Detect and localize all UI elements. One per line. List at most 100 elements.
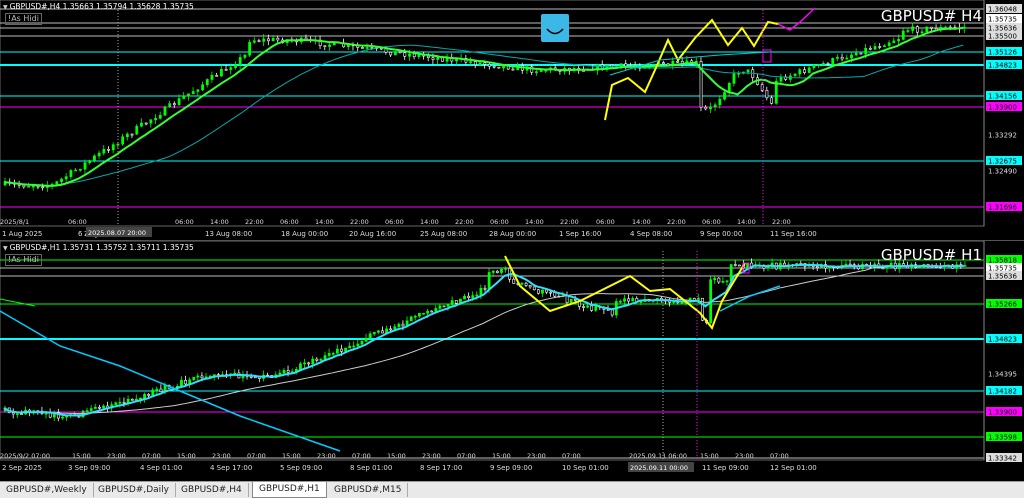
tab-weekly[interactable]: GBPUSD#,Weekly	[0, 483, 94, 497]
time-label-inner: 23:00	[422, 452, 441, 460]
h1-chart-pane[interactable]: 1.35818 1.35735 1.35636 1.35266 1.34823 1.343…	[0, 241, 1024, 480]
candle-body	[89, 408, 93, 411]
candle-body	[412, 53, 416, 58]
candle-body	[140, 122, 143, 127]
candle-body	[276, 37, 280, 41]
candle-body	[488, 63, 491, 67]
tab-h1[interactable]: GBPUSD#,H1	[252, 482, 327, 498]
time-label-inner: 06:00	[385, 218, 404, 226]
candle-body	[327, 353, 331, 356]
candle-body	[590, 305, 594, 311]
time-label: 12 Sep 01:00	[770, 464, 817, 472]
candle-body	[850, 54, 853, 59]
candle-body	[733, 264, 737, 266]
candle-body	[286, 370, 290, 373]
ma-fast-line	[3, 263, 964, 417]
candle-body	[315, 358, 319, 361]
candle-body	[397, 323, 401, 328]
tab-m15[interactable]: GBPUSD#,M15	[328, 483, 409, 497]
candle-body	[413, 315, 417, 318]
candle-body	[364, 338, 368, 342]
h1-as-hidden-label[interactable]: !As Hidi	[5, 254, 42, 266]
candle-body	[836, 56, 839, 59]
forecast-line	[777, 7, 816, 31]
candle-body	[491, 270, 495, 273]
candle-body	[403, 52, 407, 57]
time-label-inner: 22:00	[560, 218, 579, 226]
time-label-inner: 14:00	[737, 218, 756, 226]
candle-body	[323, 45, 327, 48]
h4-chart-pane[interactable]: 1.36048 1.35735 1.35636 1.35500 1.35126 1.348…	[0, 0, 1024, 240]
candle-body	[78, 168, 82, 171]
candle-body	[191, 91, 195, 95]
tab-daily[interactable]: GBPUSD#,Daily	[92, 483, 176, 497]
candle-body	[821, 63, 825, 66]
candle-body	[303, 362, 306, 365]
smiley-signal-icon	[541, 14, 569, 42]
candle-body	[887, 42, 891, 46]
candle-body	[915, 26, 919, 33]
candle-body	[662, 62, 665, 65]
candle-body	[352, 345, 356, 348]
time-label: 28 Aug 00:00	[489, 230, 536, 238]
candle-body	[859, 52, 863, 55]
candle-body	[93, 155, 96, 161]
candle-body	[125, 133, 129, 138]
candle-body	[812, 64, 816, 69]
time-label-inner: 14:00	[420, 218, 439, 226]
time-label-inner: 07:00	[352, 452, 371, 460]
candle-body	[151, 389, 155, 396]
h4-chart-canvas[interactable]: 1.360481.357351.356361.355001.351261.348…	[0, 0, 1024, 240]
candle-body	[434, 308, 438, 312]
time-label-inner: 2025.09.11 06:00	[629, 452, 687, 460]
candle-body	[398, 51, 402, 53]
time-label-inner: 06:00	[490, 218, 509, 226]
candle-body	[102, 149, 106, 154]
candle-body	[154, 118, 157, 121]
candle-body	[116, 143, 120, 146]
candle-body	[210, 75, 214, 80]
candle-body	[69, 170, 73, 177]
candle-body	[539, 70, 543, 72]
candle-body	[61, 416, 64, 419]
candle-body	[475, 294, 479, 297]
time-label: 25 Aug 08:00	[420, 230, 467, 238]
time-label: 1 Sep 16:00	[559, 230, 601, 238]
time-label: 4 Sep 17:00	[210, 464, 252, 472]
price-label: 1.34395	[988, 371, 1017, 379]
candle-body	[431, 57, 435, 60]
h4-as-hidden-label[interactable]: !As Hidi	[5, 13, 42, 25]
candle-body	[541, 289, 544, 294]
time-label-inner: 22:00	[350, 218, 369, 226]
candle-body	[442, 305, 446, 308]
h1-chart-canvas[interactable]: 1.358181.357351.356361.352661.348231.343…	[0, 241, 1024, 480]
candle-body	[393, 326, 397, 330]
candle-body	[409, 316, 413, 322]
candle-body	[121, 136, 125, 145]
candle-body	[135, 125, 139, 135]
candle-body	[610, 309, 614, 316]
candle-body	[925, 26, 929, 33]
candle-body	[723, 92, 726, 100]
candle-body	[469, 61, 473, 63]
candle-body	[130, 398, 134, 401]
collapse-triangle-icon: ▼	[3, 245, 8, 252]
candle-body	[906, 30, 910, 32]
candle-body	[234, 64, 237, 68]
h4-symbol-title: GBPUSD# H4	[880, 7, 982, 25]
candle-body	[394, 51, 397, 56]
time-label: 5 Sep 09:00	[280, 464, 322, 472]
candle-body	[60, 178, 63, 182]
time-label-inner: 06:00	[175, 218, 194, 226]
candle-body	[122, 401, 126, 404]
candle-body	[267, 38, 270, 42]
candle-body	[168, 103, 172, 108]
time-label: 8 Sep 17:00	[420, 464, 462, 472]
candle-body	[528, 285, 532, 288]
candle-body	[282, 370, 286, 374]
candle-body	[44, 412, 48, 415]
candle-body	[725, 280, 729, 283]
candle-body	[746, 262, 749, 269]
tab-h4[interactable]: GBPUSD#,H4	[175, 483, 249, 497]
candle-body	[709, 106, 712, 110]
